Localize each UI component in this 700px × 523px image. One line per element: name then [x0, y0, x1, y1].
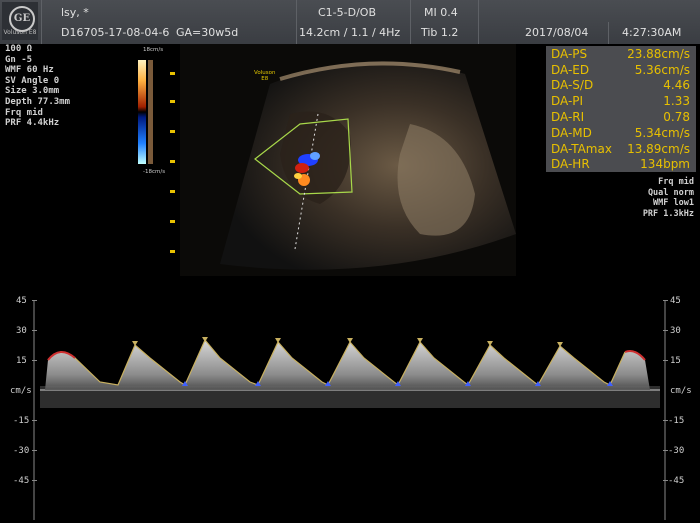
doppler-params: Frq mid Qual norm WMF low1 PRF 1.3kHz: [643, 177, 694, 219]
param-line: Frq mid: [5, 107, 43, 118]
scan-params: 14.2cm / 1.1 / 4Hz: [299, 26, 401, 39]
measurement-value: 13.89cm/s: [627, 141, 690, 156]
velocity-tick: -45: [13, 476, 30, 486]
thermal-index: Tib 1.2: [421, 26, 459, 39]
acquisition-params: 100 Ω Gn -5 WMF 60 Hz SV Angle 0 Size 3.…: [5, 44, 70, 129]
exam-time: 4:27:30AM: [622, 26, 682, 39]
velocity-tick: -30: [668, 446, 685, 456]
velocity-unit: cm/s: [670, 386, 692, 396]
color-bar-min: -18cm/s: [143, 169, 166, 175]
velocity-tick: 45: [670, 296, 681, 306]
velocity-tick: -15: [13, 416, 30, 426]
param-line: Depth 77.3mm: [5, 96, 71, 107]
measurement-label: DA-PS: [551, 46, 588, 61]
velocity-tick: 30: [16, 326, 27, 336]
param-line: Gn -5: [5, 54, 33, 65]
param-line: Frq mid: [658, 177, 694, 187]
measurement-row: DA-HR 134bpm: [546, 157, 696, 173]
param-line: 100 Ω: [5, 44, 33, 54]
param-line: PRF 1.3kHz: [642, 208, 694, 219]
measurement-row: DA-ED 5.36cm/s: [546, 62, 696, 78]
measurement-value: 1.33: [663, 94, 690, 109]
measurement-label: DA-ED: [551, 62, 590, 77]
measurement-label: DA-HR: [551, 157, 590, 172]
param-line: SV Angle 0: [5, 75, 60, 86]
measurement-row: DA-TAmax 13.89cm/s: [546, 141, 696, 157]
velocity-tick: 45: [16, 296, 27, 306]
measurement-value: 134bpm: [640, 157, 690, 172]
velocity-tick: 15: [670, 356, 681, 366]
measurement-value: 5.34cm/s: [634, 125, 690, 140]
measurement-value: 0.78: [663, 110, 690, 125]
velocity-tick: -15: [668, 416, 685, 426]
measurement-value: 5.36cm/s: [634, 62, 690, 77]
velocity-unit: cm/s: [10, 386, 32, 396]
velocity-tick: 30: [670, 326, 681, 336]
exam-date: 2017/08/04: [525, 26, 589, 39]
patient-name: lsy, *: [61, 6, 89, 19]
depth-markers: [170, 72, 175, 253]
measurement-panel: DA-PS 23.88cm/s DA-ED 5.36cm/s DA-S/D 4.…: [546, 46, 696, 173]
color-bar-max: 18cm/s: [143, 47, 164, 53]
b-mode-image: [180, 44, 516, 276]
measurement-row: DA-S/D 4.46: [546, 78, 696, 94]
param-line: PRF 4.4kHz: [5, 118, 60, 129]
param-line: Qual norm: [647, 187, 694, 198]
measurement-value: 23.88cm/s: [627, 46, 690, 61]
probe-label-line: E8: [261, 76, 269, 82]
header-bar: GE Voluson E8 lsy, * D16705-17-08-04-6 G…: [0, 0, 700, 44]
velocity-tick: -30: [13, 446, 30, 456]
mechanical-index: MI 0.4: [424, 6, 458, 19]
velocity-tick: 15: [16, 356, 27, 366]
param-line: WMF 60 Hz: [5, 65, 54, 76]
param-line: Size 3.0mm: [5, 86, 60, 97]
ge-logo: GE Voluson E8: [2, 2, 38, 40]
measurement-label: DA-S/D: [551, 78, 594, 93]
measurement-value: 4.46: [663, 78, 690, 93]
gestational-age: GA=30w5d: [176, 26, 239, 39]
doppler-spectrum: [0, 290, 700, 523]
measurement-row: DA-PI 1.33: [546, 93, 696, 109]
measurement-label: DA-TAmax: [551, 141, 612, 156]
measurement-row: DA-PS 23.88cm/s: [546, 46, 696, 62]
velocity-tick: -45: [668, 476, 685, 486]
measurement-label: DA-MD: [551, 125, 592, 140]
logo-subtitle: Voluson E8: [3, 29, 37, 36]
probe-label: Voluson E8: [254, 70, 275, 82]
param-line: WMF low1: [653, 198, 694, 208]
probe-name: C1-5-D/OB: [318, 6, 376, 19]
patient-id: D16705-17-08-04-6: [61, 26, 170, 39]
measurement-label: DA-PI: [551, 94, 584, 109]
measurement-label: DA-RI: [551, 110, 585, 125]
measurement-row: DA-RI 0.78: [546, 109, 696, 125]
measurement-row: DA-MD 5.34cm/s: [546, 125, 696, 141]
